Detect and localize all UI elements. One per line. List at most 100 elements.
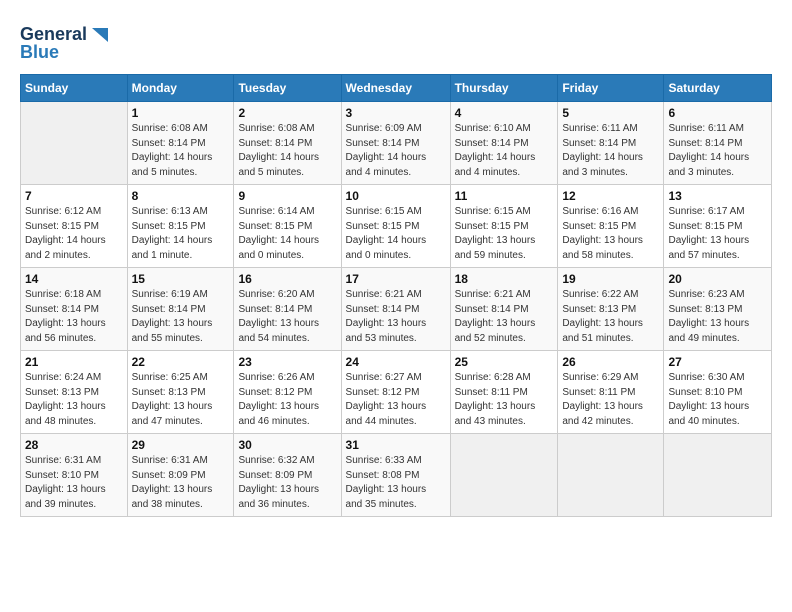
day-number: 3 bbox=[346, 106, 446, 120]
day-cell: 21 Sunrise: 6:24 AMSunset: 8:13 PMDayligh… bbox=[21, 351, 128, 434]
day-cell bbox=[21, 102, 128, 185]
day-info: Sunrise: 6:11 AMSunset: 8:14 PMDaylight:… bbox=[668, 122, 767, 180]
day-info: Sunrise: 6:14 AMSunset: 8:15 PMDaylight:… bbox=[238, 205, 336, 263]
day-cell: 31 Sunrise: 6:33 AMSunset: 8:08 PMDayligh… bbox=[341, 434, 450, 517]
day-info: Sunrise: 6:13 AMSunset: 8:15 PMDaylight:… bbox=[132, 205, 230, 263]
week-row-2: 7 Sunrise: 6:12 AMSunset: 8:15 PMDaylight… bbox=[21, 185, 772, 268]
day-cell: 2Sunrise: 6:08 AMSunset: 8:14 PMDaylight… bbox=[234, 102, 341, 185]
day-number: 17 bbox=[346, 272, 446, 286]
day-number: 20 bbox=[668, 272, 767, 286]
day-cell: 7 Sunrise: 6:12 AMSunset: 8:15 PMDaylight… bbox=[21, 185, 128, 268]
day-number: 25 bbox=[455, 355, 554, 369]
day-cell: 6Sunrise: 6:11 AMSunset: 8:14 PMDaylight… bbox=[664, 102, 772, 185]
day-cell: 10Sunrise: 6:15 AMSunset: 8:15 PMDayligh… bbox=[341, 185, 450, 268]
day-number: 4 bbox=[455, 106, 554, 120]
day-info: Sunrise: 6:21 AMSunset: 8:14 PMDaylight:… bbox=[455, 288, 554, 346]
week-row-1: 1 Sunrise: 6:08 AMSunset: 8:14 PMDaylight… bbox=[21, 102, 772, 185]
day-cell bbox=[664, 434, 772, 517]
day-cell: 19 Sunrise: 6:22 AMSunset: 8:13 PMDayligh… bbox=[558, 268, 664, 351]
column-header-monday: Monday bbox=[127, 75, 234, 102]
day-cell: 22 Sunrise: 6:25 AMSunset: 8:13 PMDayligh… bbox=[127, 351, 234, 434]
day-info: Sunrise: 6:08 AMSunset: 8:14 PMDaylight:… bbox=[238, 122, 336, 180]
day-number: 5 bbox=[562, 106, 659, 120]
day-info: Sunrise: 6:32 AMSunset: 8:09 PMDaylight:… bbox=[238, 454, 336, 512]
day-number: 24 bbox=[346, 355, 446, 369]
day-info: Sunrise: 6:15 AMSunset: 8:15 PMDaylight:… bbox=[346, 205, 446, 263]
day-info: Sunrise: 6:18 AMSunset: 8:14 PMDaylight:… bbox=[25, 288, 123, 346]
calendar-header-row: SundayMondayTuesdayWednesdayThursdayFrid… bbox=[21, 75, 772, 102]
day-number: 19 bbox=[562, 272, 659, 286]
day-cell: 8 Sunrise: 6:13 AMSunset: 8:15 PMDaylight… bbox=[127, 185, 234, 268]
day-number: 27 bbox=[668, 355, 767, 369]
day-info: Sunrise: 6:33 AMSunset: 8:08 PMDaylight:… bbox=[346, 454, 446, 512]
day-cell: 4 Sunrise: 6:10 AMSunset: 8:14 PMDaylight… bbox=[450, 102, 558, 185]
day-info: Sunrise: 6:28 AMSunset: 8:11 PMDaylight:… bbox=[455, 371, 554, 429]
day-number: 16 bbox=[238, 272, 336, 286]
day-info: Sunrise: 6:26 AMSunset: 8:12 PMDaylight:… bbox=[238, 371, 336, 429]
logo: General Blue bbox=[20, 20, 110, 64]
day-cell: 3 Sunrise: 6:09 AMSunset: 8:14 PMDaylight… bbox=[341, 102, 450, 185]
day-number: 12 bbox=[562, 189, 659, 203]
day-cell: 27 Sunrise: 6:30 AMSunset: 8:10 PMDayligh… bbox=[664, 351, 772, 434]
day-info: Sunrise: 6:12 AMSunset: 8:15 PMDaylight:… bbox=[25, 205, 123, 263]
day-number: 21 bbox=[25, 355, 123, 369]
day-cell: 16 Sunrise: 6:20 AMSunset: 8:14 PMDayligh… bbox=[234, 268, 341, 351]
day-info: Sunrise: 6:17 AMSunset: 8:15 PMDaylight:… bbox=[668, 205, 767, 263]
day-cell: 17 Sunrise: 6:21 AMSunset: 8:14 PMDayligh… bbox=[341, 268, 450, 351]
day-cell: 20Sunrise: 6:23 AMSunset: 8:13 PMDayligh… bbox=[664, 268, 772, 351]
day-number: 26 bbox=[562, 355, 659, 369]
day-info: Sunrise: 6:20 AMSunset: 8:14 PMDaylight:… bbox=[238, 288, 336, 346]
day-info: Sunrise: 6:10 AMSunset: 8:14 PMDaylight:… bbox=[455, 122, 554, 180]
day-cell: 9 Sunrise: 6:14 AMSunset: 8:15 PMDaylight… bbox=[234, 185, 341, 268]
day-cell: 15 Sunrise: 6:19 AMSunset: 8:14 PMDayligh… bbox=[127, 268, 234, 351]
column-header-saturday: Saturday bbox=[664, 75, 772, 102]
svg-text:Blue: Blue bbox=[20, 42, 59, 62]
day-number: 1 bbox=[132, 106, 230, 120]
day-cell: 25 Sunrise: 6:28 AMSunset: 8:11 PMDayligh… bbox=[450, 351, 558, 434]
column-header-thursday: Thursday bbox=[450, 75, 558, 102]
day-info: Sunrise: 6:24 AMSunset: 8:13 PMDaylight:… bbox=[25, 371, 123, 429]
day-cell: 30 Sunrise: 6:32 AMSunset: 8:09 PMDayligh… bbox=[234, 434, 341, 517]
day-number: 14 bbox=[25, 272, 123, 286]
week-row-4: 21 Sunrise: 6:24 AMSunset: 8:13 PMDayligh… bbox=[21, 351, 772, 434]
day-cell bbox=[558, 434, 664, 517]
column-header-sunday: Sunday bbox=[21, 75, 128, 102]
day-cell bbox=[450, 434, 558, 517]
day-info: Sunrise: 6:11 AMSunset: 8:14 PMDaylight:… bbox=[562, 122, 659, 180]
day-number: 31 bbox=[346, 438, 446, 452]
day-number: 9 bbox=[238, 189, 336, 203]
day-number: 22 bbox=[132, 355, 230, 369]
day-cell: 24 Sunrise: 6:27 AMSunset: 8:12 PMDayligh… bbox=[341, 351, 450, 434]
day-number: 18 bbox=[455, 272, 554, 286]
day-number: 11 bbox=[455, 189, 554, 203]
day-info: Sunrise: 6:25 AMSunset: 8:13 PMDaylight:… bbox=[132, 371, 230, 429]
day-info: Sunrise: 6:09 AMSunset: 8:14 PMDaylight:… bbox=[346, 122, 446, 180]
day-info: Sunrise: 6:19 AMSunset: 8:14 PMDaylight:… bbox=[132, 288, 230, 346]
day-cell: 13 Sunrise: 6:17 AMSunset: 8:15 PMDayligh… bbox=[664, 185, 772, 268]
week-row-3: 14 Sunrise: 6:18 AMSunset: 8:14 PMDayligh… bbox=[21, 268, 772, 351]
day-info: Sunrise: 6:15 AMSunset: 8:15 PMDaylight:… bbox=[455, 205, 554, 263]
day-cell: 12 Sunrise: 6:16 AMSunset: 8:15 PMDayligh… bbox=[558, 185, 664, 268]
logo-svg: General Blue bbox=[20, 20, 110, 64]
day-number: 7 bbox=[25, 189, 123, 203]
day-info: Sunrise: 6:16 AMSunset: 8:15 PMDaylight:… bbox=[562, 205, 659, 263]
day-info: Sunrise: 6:22 AMSunset: 8:13 PMDaylight:… bbox=[562, 288, 659, 346]
day-number: 15 bbox=[132, 272, 230, 286]
day-cell: 5 Sunrise: 6:11 AMSunset: 8:14 PMDaylight… bbox=[558, 102, 664, 185]
day-cell: 26 Sunrise: 6:29 AMSunset: 8:11 PMDayligh… bbox=[558, 351, 664, 434]
day-number: 30 bbox=[238, 438, 336, 452]
day-number: 13 bbox=[668, 189, 767, 203]
day-cell: 1 Sunrise: 6:08 AMSunset: 8:14 PMDaylight… bbox=[127, 102, 234, 185]
day-info: Sunrise: 6:27 AMSunset: 8:12 PMDaylight:… bbox=[346, 371, 446, 429]
day-info: Sunrise: 6:08 AMSunset: 8:14 PMDaylight:… bbox=[132, 122, 230, 180]
day-number: 28 bbox=[25, 438, 123, 452]
day-info: Sunrise: 6:21 AMSunset: 8:14 PMDaylight:… bbox=[346, 288, 446, 346]
day-cell: 14 Sunrise: 6:18 AMSunset: 8:14 PMDayligh… bbox=[21, 268, 128, 351]
day-number: 8 bbox=[132, 189, 230, 203]
day-cell: 28Sunrise: 6:31 AMSunset: 8:10 PMDayligh… bbox=[21, 434, 128, 517]
day-number: 29 bbox=[132, 438, 230, 452]
day-info: Sunrise: 6:30 AMSunset: 8:10 PMDaylight:… bbox=[668, 371, 767, 429]
day-cell: 29Sunrise: 6:31 AMSunset: 8:09 PMDayligh… bbox=[127, 434, 234, 517]
column-header-wednesday: Wednesday bbox=[341, 75, 450, 102]
day-info: Sunrise: 6:29 AMSunset: 8:11 PMDaylight:… bbox=[562, 371, 659, 429]
